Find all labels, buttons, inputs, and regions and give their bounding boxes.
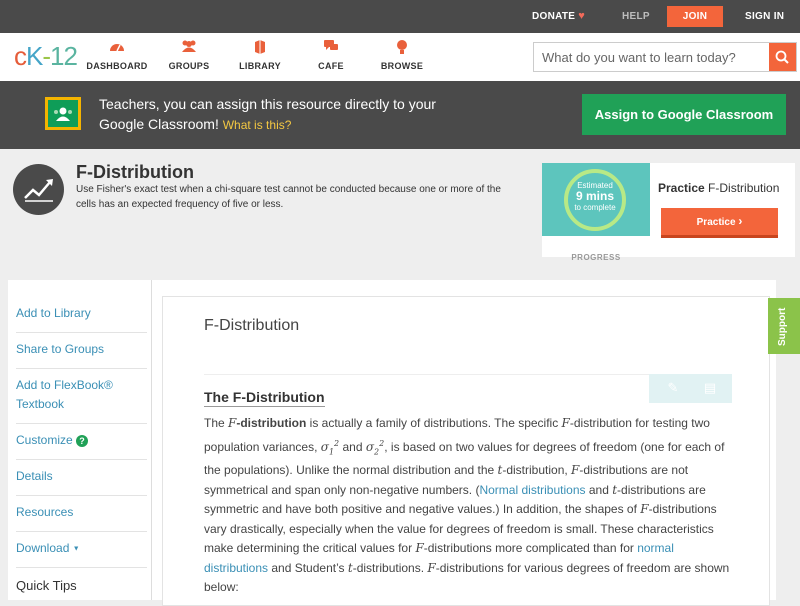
progress-label: PROGRESS	[571, 253, 621, 262]
support-tab[interactable]: Support	[768, 298, 800, 354]
sidebar-divider	[16, 495, 147, 496]
normal-distributions-link[interactable]: Normal distributions	[479, 483, 585, 497]
page-title: F-Distribution	[204, 317, 300, 334]
sidebar-divider	[16, 531, 147, 532]
content-tools: ✎ ▤	[649, 374, 732, 403]
body-text: The F-distribution is actually a family …	[204, 416, 730, 595]
groups-icon	[149, 39, 229, 57]
section-title: The F-Distribution	[204, 389, 325, 407]
sidebar-divider	[16, 423, 147, 424]
sidebar-share-to-groups[interactable]: Share to Groups	[16, 340, 139, 359]
top-utility-bar: DONATE ♥ HELP JOIN SIGN IN	[0, 0, 800, 33]
sidebar: Add to Library Share to Groups Add to Fl…	[8, 280, 152, 600]
practice-card: Estimated 9 mins to complete PROGRESS Pr…	[542, 163, 795, 262]
sidebar-divider	[16, 567, 147, 568]
concept-title: F-Distribution	[76, 162, 194, 182]
search-button[interactable]	[769, 43, 796, 71]
donate-link[interactable]: DONATE ♥	[532, 0, 585, 33]
join-button[interactable]: JOIN	[667, 6, 723, 27]
heart-icon: ♥	[578, 10, 586, 22]
sidebar-divider	[16, 459, 147, 460]
sidebar-customize[interactable]: Customize ?	[16, 431, 139, 450]
teacher-banner: Teachers, you can assign this resource d…	[0, 81, 800, 149]
help-link[interactable]: HELP	[622, 0, 650, 33]
practice-illustration: Estimated 9 mins to complete	[542, 163, 650, 236]
search-icon	[775, 50, 789, 64]
google-classroom-icon	[45, 97, 81, 130]
content-card: F-Distribution ✎ ▤ The F-Distribution Th…	[162, 296, 770, 606]
nav-cafe[interactable]: CAFE	[291, 39, 371, 71]
quick-tips-heading: Quick Tips	[16, 578, 77, 593]
concept-header: F-Distribution Use Fisher's exact test w…	[0, 149, 800, 265]
main-content: F-Distribution ✎ ▤ The F-Distribution Th…	[151, 280, 776, 606]
teacher-message: Teachers, you can assign this resource d…	[99, 96, 436, 132]
sidebar-divider	[16, 332, 147, 333]
practice-title: Practice F-Distribution	[658, 181, 780, 195]
help-icon[interactable]: ?	[76, 434, 89, 447]
cafe-icon	[291, 39, 371, 57]
sidebar-resources[interactable]: Resources	[16, 503, 139, 522]
sign-in-link[interactable]: SIGN IN	[745, 0, 784, 33]
what-is-this-link[interactable]: What is this?	[223, 118, 292, 132]
sidebar-divider	[16, 368, 147, 369]
concept-description: Use Fisher's exact test when a chi-squar…	[76, 184, 501, 210]
dashboard-icon	[77, 39, 157, 57]
notes-icon[interactable]: ▤	[702, 380, 718, 396]
chevron-right-icon: ›	[738, 214, 743, 228]
assign-google-classroom-button[interactable]: Assign to Google Classroom	[582, 94, 786, 135]
nav-dashboard[interactable]: DASHBOARD	[77, 39, 157, 71]
search-box	[533, 42, 797, 72]
normal-distributions-link-2[interactable]: normal distributions	[204, 541, 674, 575]
pencil-icon[interactable]: ✎	[665, 380, 681, 396]
nav-library[interactable]: LIBRARY	[220, 39, 300, 71]
sidebar-add-to-flexbook[interactable]: Add to FlexBook® Textbook	[16, 376, 126, 414]
sidebar-add-to-library[interactable]: Add to Library	[16, 304, 139, 323]
main-nav: cK-12 DASHBOARD GROUPS LIBRARY CAFE BROW…	[0, 33, 800, 81]
concept-trend-icon	[13, 164, 64, 215]
nav-browse[interactable]: BROWSE	[362, 39, 442, 71]
caret-down-icon: ▼	[72, 545, 80, 553]
practice-button[interactable]: Practice ›	[661, 208, 778, 238]
search-input[interactable]	[534, 43, 770, 71]
estimate-badge: Estimated 9 mins to complete	[564, 169, 626, 231]
sidebar-details[interactable]: Details	[16, 467, 139, 486]
library-icon	[220, 39, 300, 57]
sidebar-download[interactable]: Download ▼	[16, 539, 139, 558]
nav-groups[interactable]: GROUPS	[149, 39, 229, 71]
ck12-logo[interactable]: cK-12	[14, 42, 78, 70]
browse-icon	[362, 39, 442, 57]
